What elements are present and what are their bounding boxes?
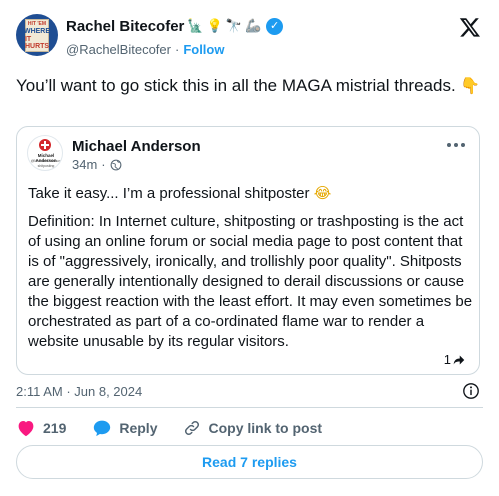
statue-of-liberty-icon: 🗽 — [187, 18, 204, 34]
more-options-icon[interactable] — [447, 143, 465, 147]
avatar-book-line2: WHERE — [23, 27, 51, 35]
quoted-separator: · — [101, 157, 106, 172]
quoted-post[interactable]: Michael Anderson @MichaelAnderson shitpo… — [16, 126, 480, 375]
like-button[interactable]: 219 — [16, 419, 66, 437]
tweet-text: You’ll want to go stick this in all the … — [16, 74, 486, 98]
globe-icon — [110, 159, 122, 170]
lightbulb-icon: 💡 — [206, 18, 223, 34]
link-icon — [185, 420, 200, 436]
avatar-book-line1: HIT 'EM — [27, 20, 47, 27]
author-name-row: Rachel Bitecofer 🗽 💡 🔭 🦾 ✓ — [66, 18, 284, 35]
verified-badge-icon: ✓ — [266, 18, 284, 35]
quoted-author-avatar[interactable]: Michael Anderson @MichaelAnderson shitpo… — [27, 135, 63, 171]
x-logo-icon[interactable] — [459, 16, 481, 38]
author-handle[interactable]: @RachelBitecofer — [66, 42, 171, 57]
author-handle-row: @RachelBitecofer · Follow — [66, 42, 224, 57]
copy-link-label: Copy link to post — [208, 420, 323, 436]
like-count: 219 — [43, 420, 67, 436]
avatar-book-line3: IT HURTS — [24, 35, 50, 50]
laughing-face-icon: 😂 — [313, 184, 332, 202]
telescope-icon: 🔭 — [225, 18, 242, 34]
quoted-display-name[interactable]: Michael Anderson — [72, 138, 201, 155]
pointing-down-icon: 👇 — [460, 76, 481, 95]
reply-button[interactable]: Reply — [92, 419, 157, 437]
follow-button[interactable]: Follow — [183, 42, 224, 57]
quoted-first-line: Take it easy... I’m a professional shitp… — [28, 184, 331, 202]
copy-link-button[interactable]: Copy link to post — [183, 419, 322, 437]
post-timestamp[interactable]: 2:11 AM · Jun 8, 2024 — [16, 384, 142, 399]
author-display-name[interactable]: Rachel Bitecofer — [66, 18, 184, 35]
quoted-share-count[interactable]: 1 — [444, 352, 465, 367]
reply-label: Reply — [119, 420, 158, 436]
quoted-share-count-value: 1 — [443, 352, 451, 367]
red-cross-icon — [39, 139, 51, 151]
heart-icon — [18, 421, 34, 437]
post-card: HIT 'EM WHERE IT HURTS Rachel Bitecofer … — [0, 0, 499, 496]
avatar-book-image: HIT 'EM WHERE IT HURTS — [23, 19, 51, 52]
divider — [16, 407, 483, 408]
quoted-avatar-line3: shitposting — [37, 164, 55, 168]
info-icon[interactable] — [462, 382, 480, 400]
actions-bar: 219 Reply Copy link to post — [16, 418, 348, 438]
tweet-body: You’ll want to go stick this in all the … — [16, 76, 456, 95]
read-replies-button[interactable]: Read 7 replies — [16, 445, 483, 479]
handle-separator: · — [174, 42, 180, 57]
quoted-avatar-line2: @MichaelAnderson — [30, 159, 62, 163]
reply-bubble-icon — [94, 420, 111, 437]
quoted-meta: 34m · — [72, 157, 122, 172]
quoted-time[interactable]: 34m — [72, 157, 97, 172]
quoted-first-line-text: Take it easy... I’m a professional shitp… — [28, 185, 310, 202]
arm-icon: 🦾 — [244, 18, 262, 34]
share-arrow-icon — [453, 355, 465, 364]
quoted-body: Definition: In Internet culture, shitpos… — [28, 213, 473, 350]
author-avatar[interactable]: HIT 'EM WHERE IT HURTS — [16, 14, 58, 56]
